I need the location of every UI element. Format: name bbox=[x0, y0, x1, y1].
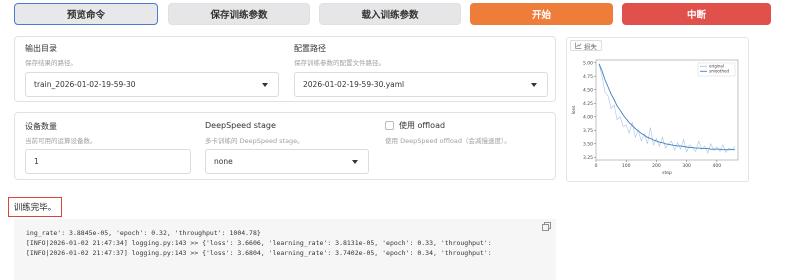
x-tick-label: 200 bbox=[652, 163, 661, 169]
start-button[interactable]: 开始 bbox=[470, 3, 613, 25]
log-output: ing_rate': 3.8845e-05, 'epoch': 0.32, 't… bbox=[14, 219, 556, 280]
loss-chart: 3.25 3.50 3.75 4.00 4.25 4.50 4.75 5.00 0 100 200 3… bbox=[571, 59, 739, 176]
log-line: ing_rate': 3.8845e-05, 'epoch': 0.32, 't… bbox=[26, 229, 261, 237]
x-tick-label: 0 bbox=[595, 163, 598, 169]
preview-command-button[interactable]: 预览命令 bbox=[14, 3, 158, 25]
loss-chart-panel: 损失 3.25 3.50 3.75 4.00 4.25 4.50 4.75 5.00 0 100 2… bbox=[566, 37, 749, 182]
x-tick-label: 400 bbox=[713, 163, 722, 169]
config-path-label: 配置路径 bbox=[294, 44, 326, 53]
offload-label: 使用 offload bbox=[399, 121, 446, 130]
chevron-down-icon bbox=[262, 83, 268, 87]
x-tick-label: 100 bbox=[622, 163, 631, 169]
deepspeed-label: DeepSpeed stage bbox=[205, 121, 276, 130]
y-tick-label: 3.75 bbox=[583, 128, 593, 134]
deepspeed-value: none bbox=[214, 157, 233, 166]
load-params-button[interactable]: 载入训练参数 bbox=[319, 3, 461, 25]
output-dir-value: train_2026-01-02-19-59-30 bbox=[34, 80, 136, 89]
chart-tab[interactable]: 损失 bbox=[570, 40, 602, 51]
x-tick-label: 300 bbox=[682, 163, 691, 169]
series-line-smoothed bbox=[598, 63, 735, 151]
copy-icon[interactable] bbox=[542, 222, 551, 231]
log-line: [INFO|2026-01-02 21:47:37] logging.py:14… bbox=[26, 249, 492, 257]
chart-icon bbox=[575, 42, 582, 49]
chevron-down-icon bbox=[531, 83, 537, 87]
y-tick-label: 4.25 bbox=[583, 101, 593, 107]
log-line: [INFO|2026-01-02 21:47:34] logging.py:14… bbox=[26, 239, 492, 247]
output-dir-label: 输出目录 bbox=[25, 44, 57, 53]
offload-checkbox[interactable] bbox=[385, 121, 394, 130]
chart-tab-label: 损失 bbox=[584, 42, 597, 51]
y-tick-label: 3.50 bbox=[583, 141, 593, 147]
deepspeed-hint: 多卡训练的 DeepSpeed stage。 bbox=[205, 137, 304, 145]
y-tick-label: 4.50 bbox=[583, 87, 593, 93]
device-count-hint: 当前可用的运算设备数。 bbox=[25, 137, 97, 145]
x-axis-label: step bbox=[662, 170, 672, 176]
stop-button[interactable]: 中断 bbox=[622, 3, 771, 25]
device-count-input[interactable]: 1 bbox=[25, 149, 191, 174]
y-tick-label: 5.00 bbox=[583, 60, 593, 66]
config-path-value: 2026-01-02-19-59-30.yaml bbox=[303, 80, 405, 89]
status-message: 训练完毕。 bbox=[8, 197, 62, 217]
devices-panel: 设备数量 当前可用的运算设备数。 1 DeepSpeed stage 多卡训练的… bbox=[14, 112, 556, 180]
device-count-value: 1 bbox=[34, 157, 39, 166]
device-count-label: 设备数量 bbox=[25, 122, 57, 131]
save-params-button[interactable]: 保存训练参数 bbox=[168, 3, 310, 25]
y-axis-label: loss bbox=[571, 105, 577, 114]
output-dir-hint: 保存结果的路径。 bbox=[25, 59, 77, 67]
y-tick-label: 4.75 bbox=[583, 74, 593, 80]
y-tick-label: 4.00 bbox=[583, 114, 593, 120]
legend-label: smoothed bbox=[709, 69, 729, 74]
chevron-down-icon bbox=[352, 160, 358, 164]
y-tick-label: 3.25 bbox=[583, 155, 593, 161]
config-path-hint: 保存训练参数的配置文件路径。 bbox=[294, 59, 385, 67]
deepspeed-select[interactable]: none bbox=[205, 149, 369, 174]
config-path-select[interactable]: 2026-01-02-19-59-30.yaml bbox=[294, 72, 548, 97]
offload-hint: 使用 DeepSpeed offload（会减慢速度）。 bbox=[385, 137, 511, 145]
paths-panel: 输出目录 保存结果的路径。 train_2026-01-02-19-59-30 … bbox=[14, 36, 556, 102]
output-dir-select[interactable]: train_2026-01-02-19-59-30 bbox=[25, 72, 279, 97]
